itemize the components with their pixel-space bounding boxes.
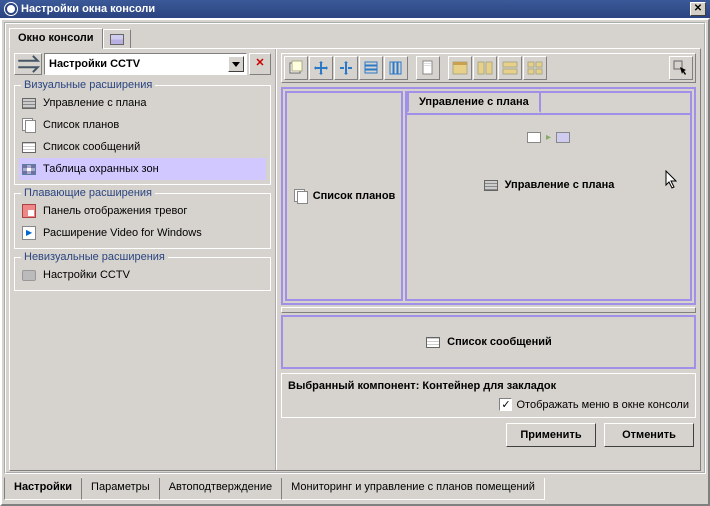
group-visual: Визуальные расширения Управление с плана… bbox=[14, 85, 271, 185]
preview-tab-label: Управление с плана bbox=[419, 96, 529, 108]
main-frame: Окно консоли Настройки CCTV ✕ bbox=[0, 18, 710, 506]
alarm-panel-icon bbox=[21, 203, 37, 219]
profile-select-label: Настройки CCTV bbox=[49, 58, 140, 70]
close-button[interactable]: ✕ bbox=[690, 2, 706, 16]
tab-label: Окно консоли bbox=[18, 32, 94, 44]
tool-tile-1[interactable] bbox=[448, 56, 472, 80]
cctv-icon bbox=[21, 267, 37, 283]
preview-left-pane[interactable]: Список планов bbox=[285, 91, 403, 301]
delete-button[interactable]: ✕ bbox=[249, 53, 271, 75]
toolbar-separator bbox=[441, 56, 447, 80]
tool-tile-2[interactable] bbox=[473, 56, 497, 80]
item-message-list[interactable]: Список сообщений bbox=[19, 136, 266, 158]
info-panel: Выбранный компонент: Контейнер для закла… bbox=[281, 373, 696, 418]
preview-bottom-label: Список сообщений bbox=[447, 336, 552, 348]
list-item-label: Расширение Video for Windows bbox=[43, 227, 202, 239]
bottom-tabs: Настройки Параметры Автоподтверждение Мо… bbox=[4, 478, 706, 500]
message-icon bbox=[425, 334, 441, 350]
top-tabs: Окно консоли bbox=[9, 27, 701, 48]
arrow-right-icon: ▸ bbox=[546, 132, 551, 143]
preview-right-inner: ▸ Управление с плана bbox=[407, 113, 690, 299]
table-icon bbox=[21, 161, 37, 177]
list-item-label: Панель отображения тревог bbox=[43, 205, 187, 217]
item-zone-table[interactable]: Таблица охранных зон bbox=[19, 158, 266, 180]
tool-new[interactable] bbox=[284, 56, 308, 80]
toolbar bbox=[281, 53, 696, 83]
button-row: Применить Отменить bbox=[281, 420, 696, 450]
content-area: Настройки CCTV ✕ Визуальные расширения У… bbox=[9, 48, 701, 471]
group-floating: Плавающие расширения Панель отображения … bbox=[14, 193, 271, 249]
preview-center-label: Управление с плана bbox=[505, 179, 615, 191]
btab-monitoring[interactable]: Мониторинг и управление с планов помещен… bbox=[281, 478, 545, 500]
show-menu-checkbox[interactable] bbox=[499, 398, 512, 411]
list-item-label: Список планов bbox=[43, 119, 119, 131]
tab-console-window[interactable]: Окно консоли bbox=[9, 28, 103, 49]
window-title: Настройки окна консоли bbox=[21, 3, 155, 15]
list-item-label: Список сообщений bbox=[43, 141, 140, 153]
tool-split-v[interactable] bbox=[334, 56, 358, 80]
preview-drop-icons: ▸ bbox=[526, 129, 571, 145]
btab-settings[interactable]: Настройки bbox=[4, 477, 82, 500]
profile-select[interactable]: Настройки CCTV bbox=[44, 53, 247, 75]
main-panel: Список планов Управление с плана ▸ bbox=[277, 49, 700, 470]
group-nonvisual: Невизуальные расширения Настройки CCTV bbox=[14, 257, 271, 291]
preview-left-label: Список планов bbox=[313, 190, 396, 202]
btab-params[interactable]: Параметры bbox=[81, 478, 160, 500]
cursor-icon bbox=[665, 170, 681, 190]
tool-rows[interactable] bbox=[359, 56, 383, 80]
sidebar: Настройки CCTV ✕ Визуальные расширения У… bbox=[10, 49, 277, 470]
item-cctv-settings[interactable]: Настройки CCTV bbox=[19, 264, 266, 286]
cancel-button[interactable]: Отменить bbox=[604, 423, 694, 447]
chevron-down-icon bbox=[228, 56, 244, 72]
video-icon bbox=[21, 225, 37, 241]
layout-preview: Список планов Управление с плана ▸ bbox=[281, 87, 696, 305]
item-video-ext[interactable]: Расширение Video for Windows bbox=[19, 222, 266, 244]
titlebar: Настройки окна консоли ✕ bbox=[0, 0, 710, 18]
tool-pointer[interactable] bbox=[669, 56, 693, 80]
show-menu-label: Отображать меню в окне консоли bbox=[516, 399, 689, 411]
preview-center: Управление с плана bbox=[483, 177, 615, 193]
item-plan-control[interactable]: Управление с плана bbox=[19, 92, 266, 114]
layout-icon bbox=[110, 34, 124, 45]
folder-icon bbox=[555, 129, 571, 145]
btab-autoconfirm[interactable]: Автоподтверждение bbox=[159, 478, 282, 500]
toolbar-separator bbox=[409, 56, 415, 80]
plan-icon bbox=[21, 95, 37, 111]
tool-move[interactable] bbox=[309, 56, 333, 80]
expand-button[interactable] bbox=[14, 53, 42, 75]
message-icon bbox=[21, 139, 37, 155]
apply-button[interactable]: Применить bbox=[506, 423, 596, 447]
preview-right-pane[interactable]: Управление с плана ▸ Управление с bbox=[405, 91, 692, 301]
list-item-label: Управление с плана bbox=[43, 97, 146, 109]
item-alarm-panel[interactable]: Панель отображения тревог bbox=[19, 200, 266, 222]
papers-icon bbox=[293, 188, 309, 204]
doc-icon bbox=[526, 129, 542, 145]
tab-icon-layout[interactable] bbox=[103, 29, 131, 48]
app-icon bbox=[4, 2, 18, 16]
selected-component-label: Выбранный компонент: Контейнер для закла… bbox=[284, 378, 693, 394]
group-floating-legend: Плавающие расширения bbox=[21, 187, 155, 199]
tool-tile-3[interactable] bbox=[498, 56, 522, 80]
plan-icon bbox=[483, 177, 499, 193]
papers-icon bbox=[21, 117, 37, 133]
tool-tile-4[interactable] bbox=[523, 56, 547, 80]
tool-columns[interactable] bbox=[384, 56, 408, 80]
tool-page[interactable] bbox=[416, 56, 440, 80]
preview-bottom-pane[interactable]: Список сообщений bbox=[281, 315, 696, 369]
preview-splitter[interactable] bbox=[281, 307, 696, 313]
group-nonvisual-legend: Невизуальные расширения bbox=[21, 251, 168, 263]
group-visual-legend: Визуальные расширения bbox=[21, 79, 155, 91]
item-plan-list[interactable]: Список планов bbox=[19, 114, 266, 136]
list-item-label: Настройки CCTV bbox=[43, 269, 130, 281]
list-item-label: Таблица охранных зон bbox=[43, 163, 159, 175]
preview-tab[interactable]: Управление с плана bbox=[407, 91, 541, 113]
